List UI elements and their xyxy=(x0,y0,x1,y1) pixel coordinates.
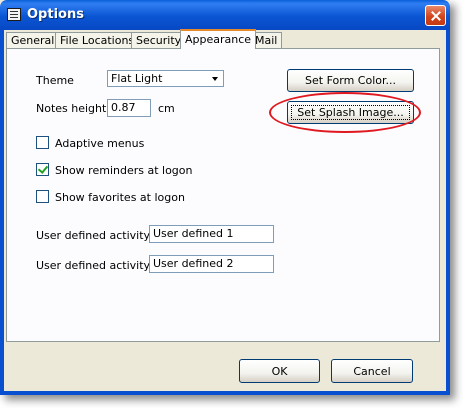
user-activity-1-label: User defined activity 1 xyxy=(36,229,161,242)
show-favorites-checkbox[interactable] xyxy=(36,190,49,203)
highlight-annotation xyxy=(269,92,421,133)
notes-height-label: Notes height: xyxy=(36,102,111,115)
adaptive-menus-checkbox[interactable] xyxy=(36,136,49,149)
user-activity-2-label: User defined activity 2 xyxy=(36,259,161,272)
set-form-color-button[interactable]: Set Form Color... xyxy=(287,69,414,92)
theme-label: Theme xyxy=(36,74,74,87)
show-reminders-label: Show reminders at logon xyxy=(55,164,193,177)
cancel-label: Cancel xyxy=(353,365,391,378)
notes-height-input[interactable]: 0.87 xyxy=(107,99,151,117)
user-activity-2-input[interactable]: User defined 2 xyxy=(149,255,274,273)
user-activity-1-input[interactable]: User defined 1 xyxy=(149,225,274,243)
adaptive-menus-label: Adaptive menus xyxy=(55,137,145,150)
cancel-button[interactable]: Cancel xyxy=(331,359,413,383)
theme-select-value: Flat Light xyxy=(111,72,163,85)
notes-height-unit: cm xyxy=(158,102,175,115)
show-favorites-label: Show favorites at logon xyxy=(55,191,185,204)
set-form-color-label: Set Form Color... xyxy=(305,74,396,87)
theme-select[interactable]: Flat Light xyxy=(107,70,224,87)
show-reminders-checkbox[interactable] xyxy=(36,163,49,176)
options-dialog: Options General File Locations Security … xyxy=(0,0,450,395)
ok-button[interactable]: OK xyxy=(239,359,320,383)
chevron-down-icon[interactable] xyxy=(208,72,222,85)
ok-label: OK xyxy=(271,365,288,378)
